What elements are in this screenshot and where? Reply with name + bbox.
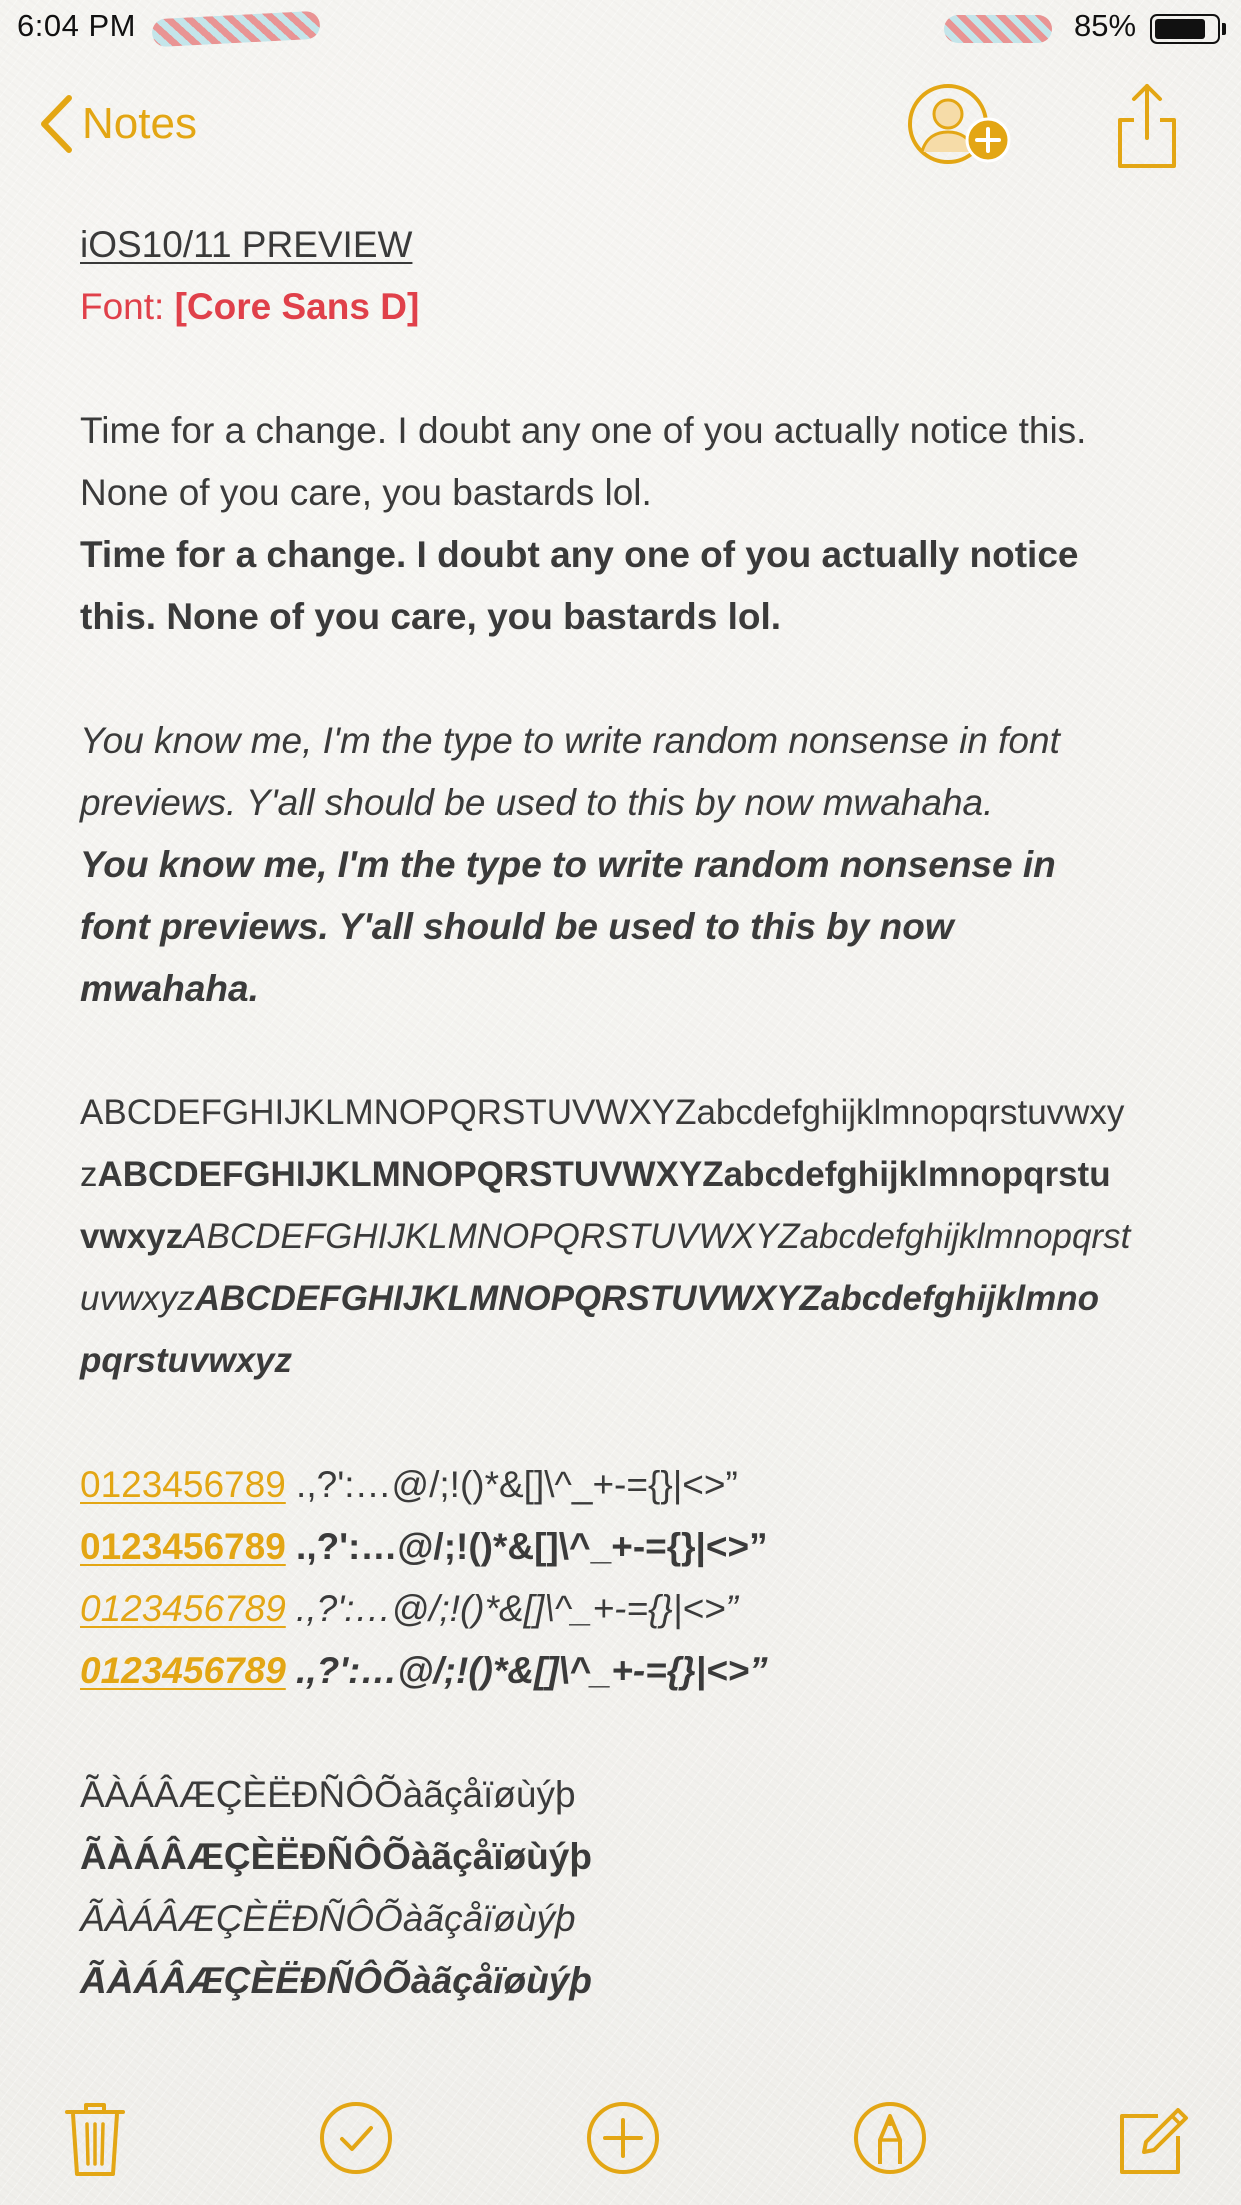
- sketch-button[interactable]: [852, 2100, 928, 2176]
- symbols: .,?':…@/;!()*&[]\^_+-={}|<>”: [285, 1526, 768, 1567]
- add-icon: [587, 2102, 659, 2174]
- font-prefix: Font:: [80, 286, 175, 327]
- bold-italic-line-1: You know me, I'm the type to write rando…: [80, 844, 1056, 885]
- back-label: Notes: [82, 99, 197, 148]
- alphabet-regular-b: z: [80, 1155, 98, 1194]
- redacted-carrier: [151, 10, 321, 48]
- alphabet-line-2: zABCDEFGHIJKLMNOPQRSTUVWXYZabcdefghijklm…: [80, 1144, 1180, 1206]
- numbers-regular: 0123456789 .,?':…@/;!()*&[]\^_+-={}|<>”: [80, 1454, 1180, 1516]
- chevron-left-icon: [41, 95, 72, 153]
- alphabet-line-5: pqrstuvwxyz: [80, 1341, 292, 1380]
- battery-icon: [1150, 14, 1220, 44]
- alphabet-italic-a: ABCDEFGHIJKLMNOPQRSTUVWXYZabcdefghijklmn…: [183, 1217, 1131, 1256]
- share-icon: [1118, 84, 1176, 168]
- alphabet-line-1: ABCDEFGHIJKLMNOPQRSTUVWXYZabcdefghijklmn…: [80, 1082, 1180, 1144]
- alphabet-regular-a: ABCDEFGHIJKLMNOPQRSTUVWXYZabcdefghijklmn…: [80, 1093, 1125, 1132]
- italic-line-1: You know me, I'm the type to write rando…: [80, 720, 1060, 761]
- accents-regular: ÃÀÁÂÆÇÈËÐÑÔÕàãçåïøùýþ: [80, 1774, 576, 1815]
- accents-bold: ÃÀÁÂÆÇÈËÐÑÔÕàãçåïøùýþ: [80, 1836, 592, 1877]
- bold-line-1: Time for a change. I doubt any one of yo…: [80, 534, 1079, 575]
- bold-italic-line-2: font previews. Y'all should be used to t…: [80, 906, 954, 947]
- add-person-icon: [908, 84, 1011, 164]
- digits-link[interactable]: 0123456789: [80, 1464, 286, 1505]
- redacted-indicator: [944, 15, 1052, 43]
- status-bar: 6:04 PM 85%: [0, 0, 1241, 60]
- delete-button[interactable]: [64, 2100, 126, 2178]
- symbols: .,?':…@/;!()*&[]\^_+-={}|<>”: [285, 1588, 738, 1629]
- font-line: Font: [Core Sans D]: [80, 276, 1180, 338]
- digits-link[interactable]: 0123456789: [80, 1650, 286, 1691]
- status-time: 6:04 PM: [17, 8, 136, 43]
- regular-line-2: None of you care, you bastards lol.: [80, 472, 652, 513]
- numbers-italic: 0123456789 .,?':…@/;!()*&[]\^_+-={}|<>”: [80, 1578, 1180, 1640]
- alphabet-bold-italic-a: ABCDEFGHIJKLMNOPQRSTUVWXYZabcdefghijklmn…: [194, 1279, 1099, 1318]
- share-button[interactable]: [1112, 80, 1182, 174]
- compose-icon: [1120, 2108, 1188, 2174]
- back-button[interactable]: Notes: [38, 88, 197, 160]
- font-name: [Core Sans D]: [174, 286, 420, 327]
- alphabet-italic-b: uvwxyz: [80, 1279, 195, 1318]
- italic-line-2: previews. Y'all should be used to this b…: [80, 782, 994, 823]
- alphabet-line-4: uvwxyzABCDEFGHIJKLMNOPQRSTUVWXYZabcdefgh…: [80, 1268, 1180, 1330]
- accents-italic: ÃÀÁÂÆÇÈËÐÑÔÕàãçåïøùýþ: [80, 1898, 576, 1939]
- bold-line-2: this. None of you care, you bastards lol…: [80, 596, 782, 637]
- note-title: iOS10/11 PREVIEW: [80, 224, 413, 265]
- symbols: .,?':…@/;!()*&[]\^_+-={}|<>”: [285, 1464, 738, 1505]
- sketch-icon: [854, 2102, 926, 2174]
- checklist-icon: [320, 2102, 392, 2174]
- checklist-button[interactable]: [318, 2100, 394, 2176]
- numbers-bold-italic: 0123456789 .,?':…@/;!()*&[]\^_+-={}|<>”: [80, 1640, 1180, 1702]
- accents-bold-italic: ÃÀÁÂÆÇÈËÐÑÔÕàãçåïøùýþ: [80, 1960, 592, 2001]
- digits-link[interactable]: 0123456789: [80, 1526, 286, 1567]
- add-people-button[interactable]: [904, 80, 1014, 174]
- battery-level: [1155, 19, 1205, 39]
- add-button[interactable]: [585, 2100, 661, 2176]
- note-body[interactable]: iOS10/11 PREVIEW Font: [Core Sans D] Tim…: [80, 214, 1180, 2012]
- battery-percent: 85%: [1074, 8, 1137, 43]
- bold-italic-line-3: mwahaha.: [80, 968, 259, 1009]
- alphabet-bold-b: vwxyz: [80, 1217, 184, 1256]
- symbols: .,?':…@/;!()*&[]\^_+-={}|<>”: [285, 1650, 768, 1691]
- alphabet-bold-a: ABCDEFGHIJKLMNOPQRSTUVWXYZabcdefghijklmn…: [97, 1155, 1111, 1194]
- alphabet-line-3: vwxyzABCDEFGHIJKLMNOPQRSTUVWXYZabcdefghi…: [80, 1206, 1180, 1268]
- battery-nub: [1222, 23, 1226, 35]
- numbers-bold: 0123456789 .,?':…@/;!()*&[]\^_+-={}|<>”: [80, 1516, 1180, 1578]
- digits-link[interactable]: 0123456789: [80, 1588, 286, 1629]
- compose-button[interactable]: [1118, 2100, 1194, 2176]
- regular-line-1: Time for a change. I doubt any one of yo…: [80, 410, 1087, 451]
- trash-icon: [65, 2103, 125, 2176]
